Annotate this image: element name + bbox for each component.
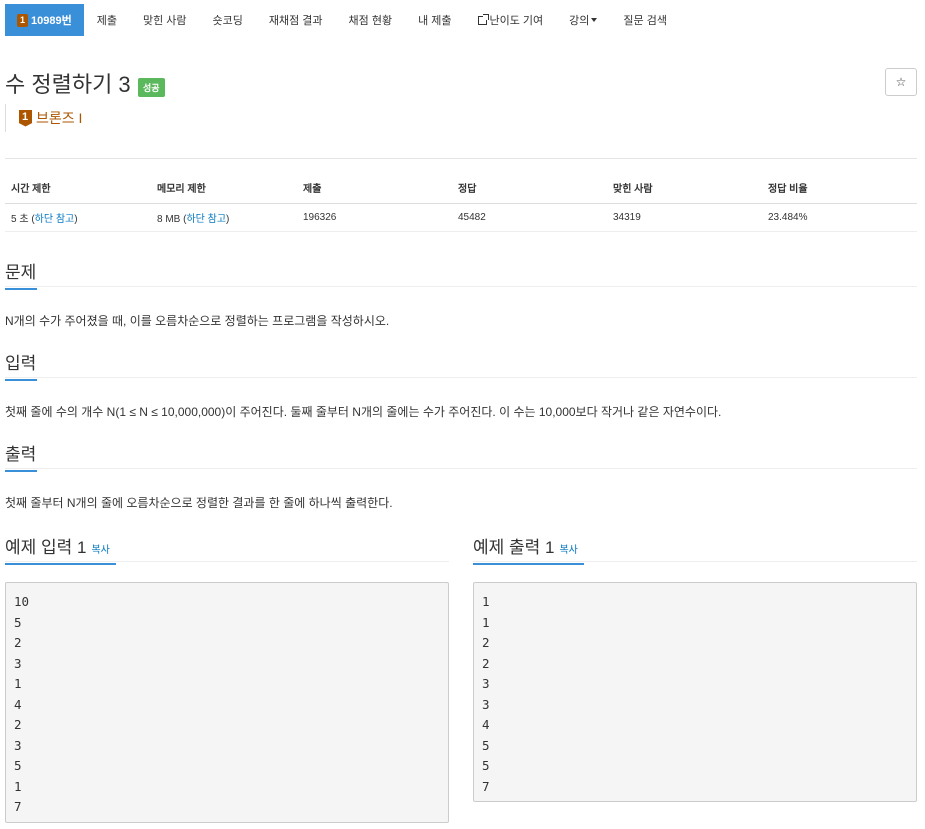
table-row: 5 초 (하단 참고) 8 MB (하단 참고) 196326 45482 34…: [5, 203, 917, 232]
nav-difficulty-label: 난이도 기여: [489, 15, 544, 27]
sample-output-box[interactable]: 1 1 2 2 3 3 4 5 5 7: [473, 582, 917, 802]
sample-input-heading: 예제 입력 1 복사: [5, 533, 116, 565]
cell-submissions: 196326: [297, 203, 452, 232]
problem-info-table: 시간 제한 메모리 제한 제출 정답 맞힌 사람 정답 비율 5 초 (하단 참…: [5, 172, 917, 232]
section-divider: [5, 286, 917, 287]
problem-description: N개의 수가 주어졌을 때, 이를 오름차순으로 정렬하는 프로그램을 작성하시…: [5, 314, 390, 328]
copy-input-button[interactable]: 복사: [91, 545, 109, 556]
sample-input-box[interactable]: 10 5 2 3 1 4 2 3 5 1 7: [5, 582, 449, 823]
nav-problem-number[interactable]: 10989번: [5, 4, 84, 36]
copy-output-button[interactable]: 복사: [559, 545, 577, 556]
header-accepted: 정답: [452, 172, 607, 204]
problem-heading: 문제: [5, 258, 37, 290]
table-header-row: 시간 제한 메모리 제한 제출 정답 맞힌 사람 정답 비율: [5, 172, 917, 204]
memory-note-link[interactable]: 하단 참고: [186, 214, 226, 225]
nav-lectures-label: 강의: [569, 15, 590, 27]
section-divider: [5, 377, 917, 378]
divider: [5, 158, 917, 159]
output-heading: 출력: [5, 440, 37, 472]
nav-question-search[interactable]: 질문 검색: [610, 4, 680, 36]
cell-accepted: 45482: [452, 203, 607, 232]
nav-problem-number-label: 10989번: [31, 15, 72, 27]
input-description: 첫째 줄에 수의 개수 N(1 ≤ N ≤ 10,000,000)이 주어진다.…: [5, 405, 722, 419]
cell-time-limit: 5 초 (하단 참고): [5, 203, 151, 232]
bronze-tier-icon: 1: [19, 109, 32, 127]
time-note-link[interactable]: 하단 참고: [35, 214, 75, 225]
status-badge: 성공: [138, 78, 165, 97]
nav-lectures-dropdown[interactable]: 강의: [556, 4, 610, 36]
external-link-icon: [477, 13, 489, 25]
cell-ratio: 23.484%: [762, 203, 917, 232]
nav-difficulty-contribution[interactable]: 난이도 기여: [465, 4, 557, 36]
chevron-down-icon: [591, 18, 598, 22]
tier-label-row: 1 브론즈 I: [5, 104, 82, 132]
section-divider: [473, 561, 917, 562]
nav-judge-status[interactable]: 채점 현황: [336, 4, 406, 36]
star-icon: ☆: [895, 75, 907, 89]
nav-submit[interactable]: 제출: [84, 4, 130, 36]
header-solvers: 맞힌 사람: [607, 172, 762, 204]
tier-badge-icon: [17, 13, 28, 27]
problem-menu: 10989번 제출 맞힌 사람 숏코딩 재채점 결과 채점 현황 내 제출 난이…: [5, 4, 680, 36]
input-heading: 입력: [5, 349, 37, 381]
section-divider: [5, 561, 449, 562]
page-title: 수 정렬하기 3: [5, 72, 131, 97]
header-submissions: 제출: [297, 172, 452, 204]
nav-my-submissions[interactable]: 내 제출: [405, 4, 464, 36]
cell-solvers: 34319: [607, 203, 762, 232]
nav-solvers[interactable]: 맞힌 사람: [130, 4, 200, 36]
output-description: 첫째 줄부터 N개의 줄에 오름차순으로 정렬한 결과를 한 줄에 하나씩 출력…: [5, 496, 393, 510]
tier-label[interactable]: 브론즈 I: [36, 108, 82, 128]
favorite-star-button[interactable]: ☆: [885, 68, 917, 96]
nav-shortcoding[interactable]: 숏코딩: [200, 4, 256, 36]
header-time-limit: 시간 제한: [5, 172, 151, 204]
nav-rejudge-results[interactable]: 재채점 결과: [256, 4, 336, 36]
header-memory-limit: 메모리 제한: [151, 172, 297, 204]
header-ratio: 정답 비율: [762, 172, 917, 204]
sample-output-heading: 예제 출력 1 복사: [473, 533, 584, 565]
section-divider: [5, 468, 917, 469]
cell-memory-limit: 8 MB (하단 참고): [151, 203, 297, 232]
